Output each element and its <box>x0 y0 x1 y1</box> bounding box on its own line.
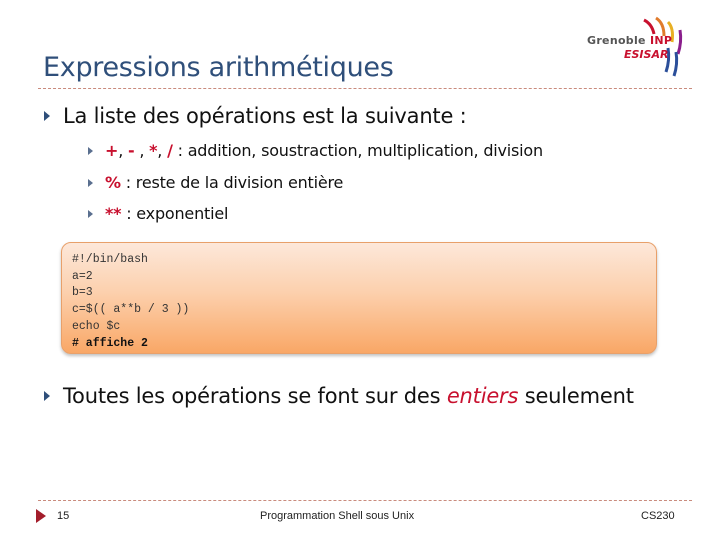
slide-title: Expressions arithmétiques <box>43 52 394 83</box>
bullet-triangle-icon <box>44 111 50 121</box>
logo-text-esisar: ESISAR <box>624 48 669 61</box>
bullet-text: La liste des opérations est la suivante … <box>63 104 467 128</box>
code-line: a=2 <box>72 269 93 283</box>
code-block: #!/bin/bash a=2 b=3 c=$(( a**b / 3 )) echo $… <box>72 252 189 352</box>
bullet-operations-list: La liste des opérations est la suivante … <box>44 104 467 128</box>
code-example-box: #!/bin/bash a=2 b=3 c=$(( a**b / 3 )) echo $… <box>61 242 657 354</box>
sub-bullet-triangle-icon <box>88 209 93 218</box>
sub-bullet-triangle-icon <box>88 178 93 187</box>
logo-text-grenoble: Grenoble INP <box>587 34 673 47</box>
sub-bullet-exponent: ** : exponentiel <box>88 204 228 223</box>
sub-bullet-modulo: % : reste de la division entière <box>88 173 343 192</box>
sub-bullet-triangle-icon <box>88 146 93 155</box>
code-line: b=3 <box>72 286 93 300</box>
sub-bullet-text: % : reste de la division entière <box>105 173 344 192</box>
bullet-integers-only: Toutes les opérations se font sur des en… <box>44 384 634 408</box>
sub-bullet-basic-ops: +, - , *, / : addition, soustraction, mu… <box>88 141 543 160</box>
grenoble-inp-esisar-logo: Grenoble INP ESISAR <box>582 14 692 82</box>
sub-bullet-text: ** : exponentiel <box>105 204 229 223</box>
code-line-comment: # affiche 2 <box>72 336 148 350</box>
bullet-triangle-icon <box>44 391 50 401</box>
footer-marker-icon <box>36 509 46 523</box>
code-line: echo $c <box>72 319 121 333</box>
title-divider <box>38 88 692 89</box>
sub-bullet-text: +, - , *, / : addition, soustraction, mu… <box>105 141 543 160</box>
bullet-text: Toutes les opérations se font sur des en… <box>63 384 634 408</box>
code-line: c=$(( a**b / 3 )) <box>72 303 190 317</box>
footer-divider <box>38 500 692 501</box>
footer-course-title: Programmation Shell sous Unix <box>260 510 415 522</box>
footer-course-code: CS230 <box>641 510 675 522</box>
code-line: #!/bin/bash <box>72 253 148 266</box>
page-number: 15 <box>57 510 70 522</box>
